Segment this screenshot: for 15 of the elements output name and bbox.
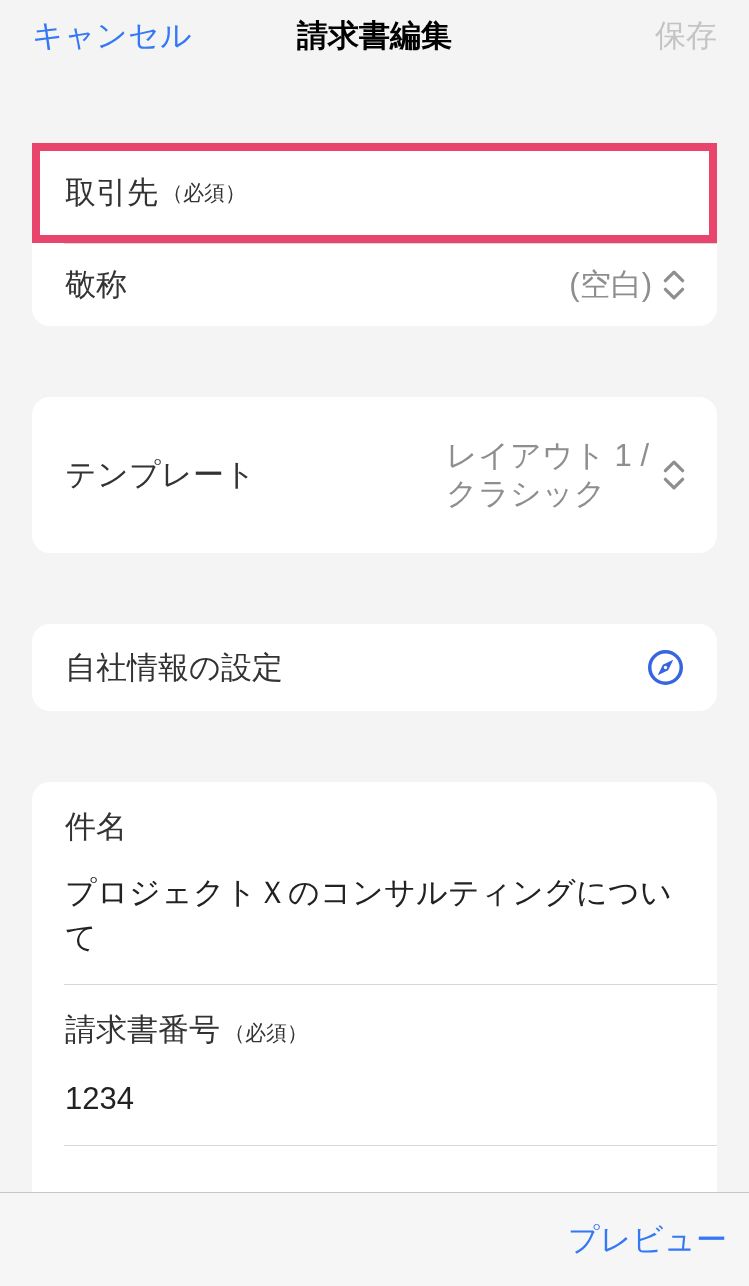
- cancel-button[interactable]: キャンセル: [32, 16, 192, 56]
- field-label: 請求書番号: [65, 1011, 220, 1049]
- text-field[interactable]: 1234: [65, 1076, 717, 1121]
- up-down-chevron-icon: [663, 270, 685, 300]
- up-down-chevron-icon: [663, 460, 685, 490]
- required-note: （必須）: [224, 1020, 308, 1046]
- text-field[interactable]: プロジェクトＸのコンサルティングについて: [65, 870, 717, 960]
- screen-title: 請求書編集: [297, 17, 452, 55]
- picker-row[interactable]: テンプレート レイアウト 1 / クラシック: [64, 397, 717, 553]
- settings-row[interactable]: 自社情報の設定: [64, 624, 717, 711]
- preview-button[interactable]: プレビュー: [568, 1219, 727, 1260]
- field-label: 件名: [65, 808, 127, 846]
- client-row[interactable]: 取引先（必須）: [32, 143, 717, 243]
- picker-row[interactable]: 敬称 (空白): [64, 243, 717, 326]
- compass-icon: [648, 650, 683, 685]
